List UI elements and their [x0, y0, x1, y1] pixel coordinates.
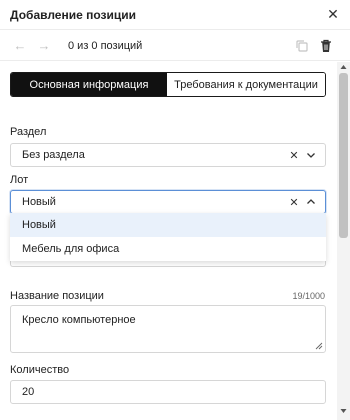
close-icon[interactable]: ✕	[324, 5, 342, 23]
scrollbar-thumb[interactable]	[339, 73, 348, 238]
panel-title: Добавление позиции	[10, 8, 136, 22]
copy-icon[interactable]	[294, 38, 310, 54]
lot-label: Лот	[10, 174, 29, 186]
dropdown-option[interactable]: Новый	[10, 213, 326, 237]
add-position-panel: Добавление позиции ✕ ← → 0 из 0 позиций …	[0, 0, 350, 420]
arrow-left-icon[interactable]: ←	[12, 37, 28, 53]
section-value: Без раздела	[22, 149, 85, 161]
clear-icon[interactable]: ✕	[287, 195, 301, 209]
scroll-up-icon[interactable]	[340, 64, 347, 70]
chevron-down-icon[interactable]	[304, 148, 318, 162]
section-label: Раздел	[10, 126, 47, 138]
section-select[interactable]: Без раздела ✕	[10, 143, 326, 167]
tab-group: Основная информация Требования к докумен…	[10, 72, 326, 97]
lot-dropdown: Новый Мебель для офиса	[10, 213, 326, 261]
position-name-textarea[interactable]: Кресло компьютерное	[10, 305, 326, 353]
quantity-label: Количество	[10, 364, 70, 376]
trash-icon[interactable]	[318, 38, 334, 54]
chevron-up-icon[interactable]	[304, 195, 318, 209]
tab-main-info[interactable]: Основная информация	[11, 73, 167, 96]
quantity-value: 20	[22, 386, 35, 398]
panel-bottom-edge	[0, 404, 336, 420]
dropdown-option[interactable]: Мебель для офиса	[10, 237, 326, 261]
position-name-value: Кресло компьютерное	[22, 314, 136, 326]
arrow-right-icon[interactable]: →	[36, 37, 52, 53]
position-toolbar: ← → 0 из 0 позиций	[0, 31, 350, 61]
resize-handle-icon[interactable]	[315, 342, 323, 350]
clear-icon[interactable]: ✕	[287, 148, 301, 162]
scroll-down-icon[interactable]	[340, 408, 347, 414]
tab-documentation-requirements[interactable]: Требования к документации	[167, 73, 325, 96]
lot-select[interactable]: Новый ✕	[10, 190, 326, 214]
panel-header: Добавление позиции ✕	[0, 0, 350, 30]
position-counter: 0 из 0 позиций	[68, 40, 143, 52]
lot-value: Новый	[22, 196, 56, 208]
position-name-label: Название позиции	[10, 290, 104, 302]
char-counter: 19/1000	[292, 291, 325, 301]
quantity-input[interactable]: 20	[10, 380, 326, 404]
